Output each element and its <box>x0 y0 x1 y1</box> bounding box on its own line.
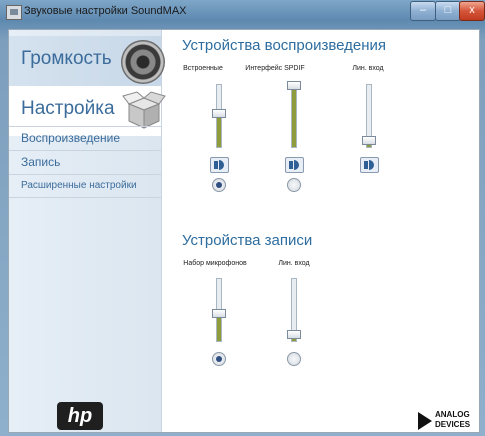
window-title: Звуковые настройки SoundMAX <box>24 5 187 17</box>
default-device-radio-builtin[interactable] <box>212 178 226 192</box>
analog-devices-logo: ANALOG DEVICES <box>418 410 478 432</box>
slider-thumb[interactable] <box>212 309 226 318</box>
sidebar-item-playback[interactable]: Воспроизведение <box>21 131 120 145</box>
analog-devices-wordmark: ANALOG DEVICES <box>435 410 471 429</box>
device-label-spdif: Интерфейс SPDIF <box>245 65 305 72</box>
playback-section-title: Устройства воспроизведения <box>182 37 387 54</box>
hp-logo: hp <box>57 402 103 430</box>
sidebar: Громкость Настройка Воспроизведение Запи… <box>9 30 166 432</box>
divider <box>9 150 161 151</box>
tab-volume[interactable]: Громкость <box>9 36 165 86</box>
tab-settings[interactable]: Настройка <box>9 86 166 136</box>
box-icon <box>122 91 166 129</box>
mute-button-linein[interactable] <box>360 157 379 173</box>
slider-fill <box>217 113 221 147</box>
analog-devices-triangle-icon <box>418 412 432 430</box>
volume-slider-builtin[interactable] <box>212 84 226 148</box>
volume-slider-linein[interactable] <box>362 84 376 148</box>
minimize-button[interactable]: – <box>410 1 436 21</box>
maximize-button[interactable]: □ <box>435 1 461 21</box>
default-device-radio-mic-array[interactable] <box>212 352 226 366</box>
device-label-linein: Лин. вход <box>352 65 384 72</box>
device-label-mic-array: Набор микрофонов <box>183 260 247 267</box>
divider <box>9 174 161 175</box>
device-label-rec-linein: Лин. вход <box>278 260 310 267</box>
app-icon <box>6 5 22 20</box>
mute-button-builtin[interactable] <box>210 157 229 173</box>
volume-slider-spdif[interactable] <box>287 81 301 148</box>
divider <box>9 197 161 198</box>
tab-settings-label: Настройка <box>21 98 115 119</box>
title-bar[interactable]: Звуковые настройки SoundMAX – □ x <box>0 0 485 24</box>
sidebar-item-record[interactable]: Запись <box>21 155 60 169</box>
default-device-radio-spdif[interactable] <box>287 178 301 192</box>
default-device-radio-rec-linein[interactable] <box>287 352 301 366</box>
recording-section-title: Устройства записи <box>182 232 313 249</box>
device-label-builtin: Встроенные <box>183 65 223 72</box>
divider <box>9 126 161 127</box>
volume-slider-mic-array[interactable] <box>212 278 226 342</box>
mute-button-spdif[interactable] <box>285 157 304 173</box>
close-button[interactable]: x <box>459 1 485 21</box>
speaker-icon <box>121 40 165 84</box>
slider-thumb[interactable] <box>287 330 301 339</box>
volume-slider-rec-linein[interactable] <box>287 278 301 342</box>
tab-volume-label: Громкость <box>21 48 112 69</box>
window-frame: Звуковые настройки SoundMAX – □ x Громко… <box>0 0 485 436</box>
slider-thumb[interactable] <box>287 81 301 90</box>
slider-thumb[interactable] <box>362 136 376 145</box>
sidebar-item-advanced[interactable]: Расширенные настройки <box>21 180 137 191</box>
slider-thumb[interactable] <box>212 109 226 118</box>
slider-fill <box>292 85 296 147</box>
client-area: Громкость Настройка Воспроизведение Запи… <box>8 29 480 433</box>
